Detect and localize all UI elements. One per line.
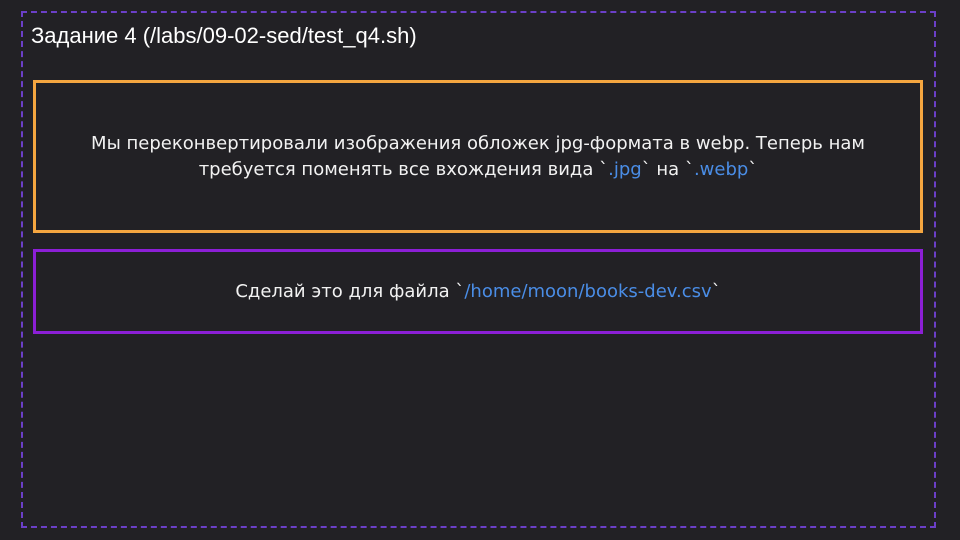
backtick-close-3: ` — [711, 280, 721, 302]
backtick-close-2: ` — [748, 158, 758, 180]
file-text-before: Сделай это для файла — [235, 280, 456, 302]
code-jpg: .jpg — [608, 158, 642, 180]
task-description-box: Мы переконвертировали изображения обложе… — [33, 80, 923, 233]
backtick-open-1: ` — [599, 158, 609, 180]
code-webp: .webp — [693, 158, 749, 180]
backtick-open-2: ` — [684, 158, 694, 180]
backtick-close-1: ` — [641, 158, 651, 180]
task-text-middle: на — [650, 158, 685, 180]
file-path: /home/moon/books-dev.csv — [464, 280, 712, 302]
slide-title: Задание 4 (/labs/09-02-sed/test_q4.sh) — [31, 23, 417, 48]
backtick-open-3: ` — [455, 280, 465, 302]
target-file-box: Сделай это для файла `/home/moon/books-d… — [33, 249, 923, 334]
target-file-text: Сделай это для файла `/home/moon/books-d… — [235, 279, 720, 305]
task-description-text: Мы переконвертировали изображения обложе… — [64, 131, 892, 183]
